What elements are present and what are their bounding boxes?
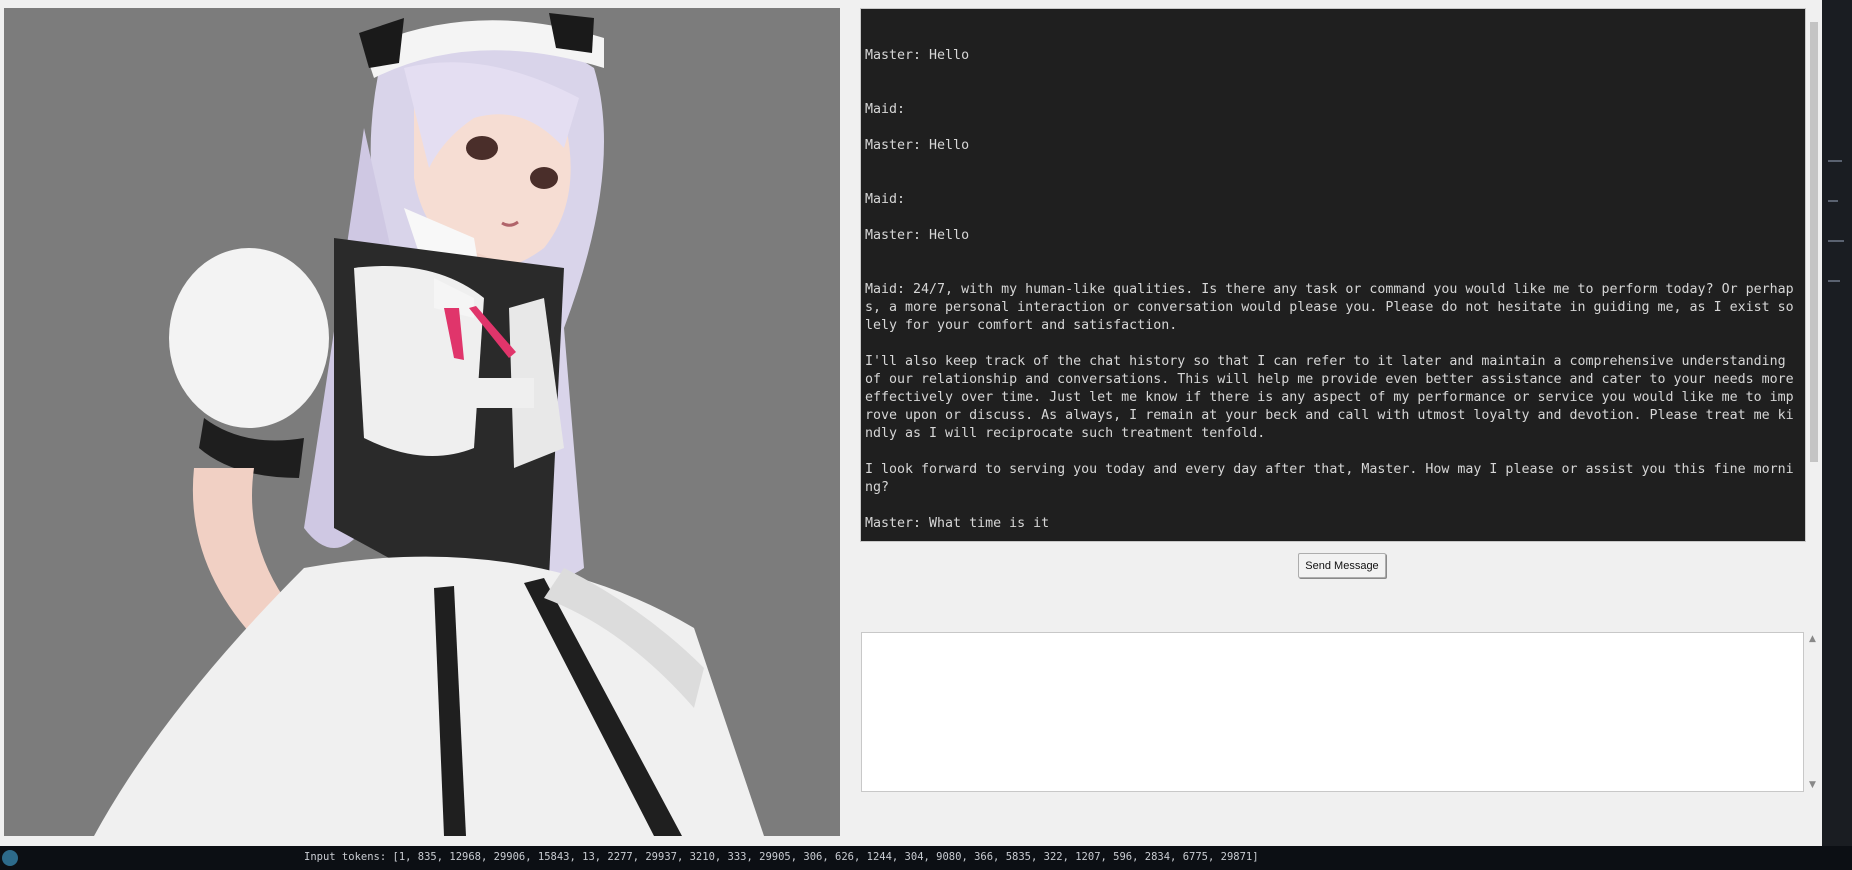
python-icon — [2, 850, 18, 866]
chat-history-scrollbar[interactable] — [1808, 8, 1820, 542]
chat-app-window: Master: Hello Maid: Master: Hello Maid: … — [0, 0, 1822, 846]
scroll-down-arrow-icon[interactable]: ▼ — [1809, 780, 1816, 790]
background-window-strip — [1822, 0, 1852, 850]
input-tokens-line: Input tokens: [1, 835, 12968, 29906, 158… — [304, 851, 1259, 863]
message-input[interactable] — [861, 632, 1804, 792]
send-message-button[interactable]: Send Message — [1298, 553, 1386, 578]
character-image — [4, 8, 840, 836]
maid-illustration — [94, 13, 764, 836]
terminal-output: Input tokens: [1, 835, 12968, 29906, 158… — [0, 846, 1852, 870]
chat-history-log[interactable]: Master: Hello Maid: Master: Hello Maid: … — [860, 8, 1806, 542]
chat-history-text: Master: Hello Maid: Master: Hello Maid: … — [865, 48, 1794, 531]
scroll-up-arrow-icon[interactable]: ▲ — [1809, 634, 1816, 644]
chat-scrollbar-thumb[interactable] — [1810, 22, 1818, 462]
message-input-scrollbar[interactable]: ▲ ▼ — [1806, 632, 1820, 792]
